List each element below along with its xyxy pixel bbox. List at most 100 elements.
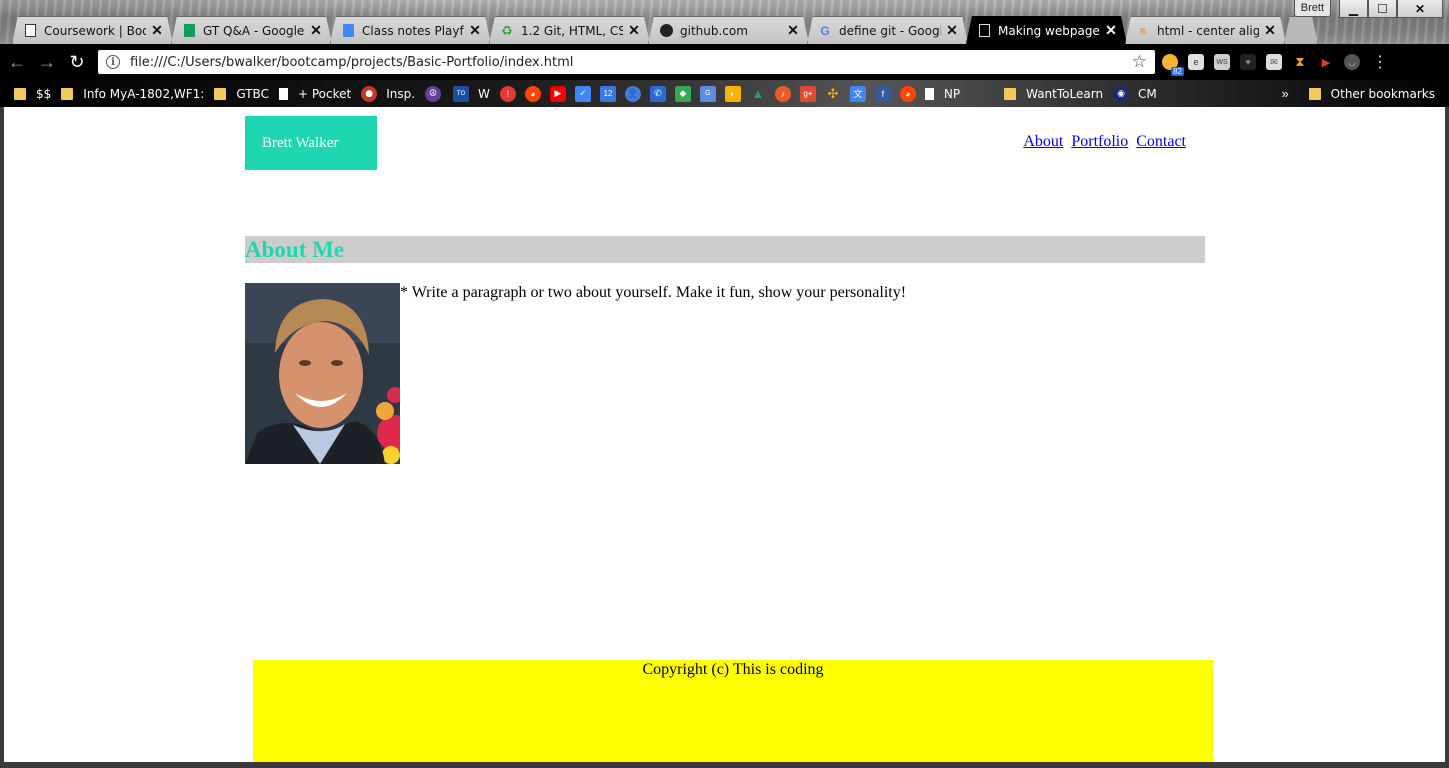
eye-extension-icon[interactable]: ◡	[1344, 54, 1360, 70]
nav-link-portfolio[interactable]: Portfolio	[1071, 133, 1128, 150]
window-bottom-edge	[0, 762, 1449, 768]
doc-icon	[977, 24, 991, 38]
back-arrow-icon[interactable]: ←	[4, 49, 30, 75]
forward-arrow-icon[interactable]: →	[34, 49, 60, 75]
tab-github[interactable]: github.com ✕	[648, 16, 809, 44]
extensions-area: 82 e WS ♥ ✉ ⧗ ▶ ◡ ⋮	[1162, 52, 1388, 76]
tab-git-html-css[interactable]: ♻ 1.2 Git, HTML, CSS ✕	[489, 16, 650, 44]
new-tab-button[interactable]	[1284, 16, 1318, 44]
tab-gt-qa[interactable]: GT Q&A - Google S ✕	[171, 16, 332, 44]
tab-close-icon[interactable]: ✕	[309, 22, 323, 39]
phone-icon[interactable]: ✆	[649, 85, 666, 102]
reddit-icon[interactable]: ◕	[524, 85, 541, 102]
bookmark-star-icon[interactable]: ☆	[1132, 52, 1147, 72]
tab-close-icon[interactable]: ✕	[150, 22, 164, 39]
video-extension-icon[interactable]: ▶	[1318, 54, 1334, 70]
tab-coursework[interactable]: Coursework | Boot ✕	[12, 16, 173, 44]
music-icon[interactable]: ♪	[774, 85, 791, 102]
drive-icon[interactable]: ▲	[750, 86, 766, 102]
portfolio-page: Brett Walker About Portfolio Contact Abo…	[4, 107, 1445, 762]
nav-link-contact[interactable]: Contact	[1136, 133, 1186, 150]
bookmark-folder-wanttolearn[interactable]: WantToLearn	[1004, 87, 1103, 101]
tab-making-webpages[interactable]: Making webpages ✕	[966, 16, 1127, 44]
bookmark-w[interactable]: TO W	[453, 85, 490, 102]
bookmark-np[interactable]: NP	[924, 87, 960, 101]
tab-title: define git - Google	[839, 23, 941, 38]
tab-close-icon[interactable]: ✕	[1263, 22, 1277, 39]
profile-button[interactable]: Brett	[1293, 0, 1331, 17]
bookmark-label: W	[478, 86, 490, 101]
folder-icon	[14, 87, 26, 100]
bookmarks-right: » Other bookmarks	[1281, 80, 1435, 107]
timer-extension-icon[interactable]: ⧗	[1292, 54, 1308, 70]
bookmark-folder-gtbc[interactable]: GTBC	[214, 87, 269, 101]
folder-icon	[214, 87, 227, 100]
bookmark-peace[interactable]: ☮	[425, 85, 443, 102]
google-plus-icon[interactable]: g+	[799, 85, 816, 102]
tab-close-icon[interactable]: ✕	[627, 22, 641, 39]
evernote-extension-icon[interactable]: e	[1188, 54, 1204, 70]
recycle-icon: ♻	[501, 22, 513, 38]
weather-extension-icon[interactable]: 82	[1162, 54, 1184, 76]
bookmark-pocket[interactable]: + Pocket	[278, 87, 351, 101]
tab-title: html - center aligni	[1157, 23, 1259, 38]
tab-close-icon[interactable]: ✕	[468, 22, 482, 39]
pinwheel-icon[interactable]: ✣	[825, 86, 841, 102]
tab-strip: Coursework | Boot ✕ GT Q&A - Google S ✕ …	[12, 16, 1316, 44]
tab-title: Making webpages	[998, 23, 1100, 38]
maps-icon[interactable]: ◆	[674, 85, 691, 102]
page-viewport[interactable]: Brett Walker About Portfolio Contact Abo…	[4, 107, 1445, 762]
bookmark-label: $$	[36, 86, 52, 101]
reload-icon[interactable]: ↻	[64, 49, 90, 75]
tab-define-git[interactable]: G define git - Google ✕	[807, 16, 968, 44]
reddit-alien-icon[interactable]: ◕	[899, 85, 916, 102]
contacts-icon[interactable]: 👤	[624, 85, 641, 102]
pocket-extension-icon[interactable]: ♥	[1240, 54, 1256, 70]
tab-class-notes[interactable]: Class notes Playful ✕	[330, 16, 491, 44]
nav-link-about[interactable]: About	[1023, 133, 1063, 150]
bookmark-label: Info MyA-1802,WF1:	[83, 86, 205, 101]
alert-icon[interactable]: !	[499, 85, 516, 102]
site-logo[interactable]: Brett Walker	[245, 116, 377, 170]
bookmarks-overflow-icon[interactable]: »	[1281, 86, 1288, 101]
bookmark-insp[interactable]: ● Insp.	[361, 85, 415, 102]
tab-title: Coursework | Boot	[44, 23, 146, 38]
youtube-icon[interactable]: ▶	[549, 85, 566, 102]
translate-icon[interactable]: 文	[849, 85, 866, 102]
profile-photo	[245, 283, 400, 464]
eye-icon: ◉	[1113, 85, 1130, 102]
outline-icon: TO	[453, 85, 470, 102]
keep-icon[interactable]: ◐	[724, 85, 741, 102]
stackoverflow-icon: ≡	[1139, 23, 1147, 38]
github-icon	[659, 24, 673, 38]
facebook-icon[interactable]: f	[874, 85, 891, 102]
bookmark-folder-money[interactable]: $$	[14, 87, 51, 101]
tab-html-center[interactable]: ≡ html - center aligni ✕	[1125, 16, 1286, 44]
maximize-icon[interactable]: ☐	[1368, 0, 1397, 18]
photos-app-icon[interactable]: G	[699, 85, 716, 102]
window-controls: Brett ▁ ☐ ✕	[1293, 0, 1443, 18]
tab-close-icon[interactable]: ✕	[945, 22, 959, 39]
tab-close-icon[interactable]: ✕	[786, 22, 800, 39]
gmail-extension-icon[interactable]: ✉	[1266, 54, 1282, 70]
inbox-icon[interactable]: ✓	[574, 85, 591, 102]
footer-copyright: Copyright (c) This is coding	[642, 661, 824, 678]
about-heading: About Me	[245, 236, 1205, 263]
bookmark-folder-other[interactable]: Other bookmarks	[1308, 87, 1435, 101]
tab-title: GT Q&A - Google S	[203, 23, 305, 38]
ws-extension-icon[interactable]: WS	[1214, 54, 1230, 70]
info-icon[interactable]: i	[106, 55, 120, 69]
bookmark-folder-info[interactable]: Info MyA-1802,WF1:	[61, 87, 204, 101]
profile-photo-image	[245, 283, 400, 464]
address-bar[interactable]: i file:///C:/Users/bwalker/bootcamp/proj…	[98, 50, 1155, 74]
tab-close-icon[interactable]: ✕	[1104, 22, 1118, 39]
minimize-icon[interactable]: ▁	[1339, 0, 1368, 18]
close-window-icon[interactable]: ✕	[1397, 0, 1443, 18]
bookmarks-bar: $$ Info MyA-1802,WF1: GTBC + Pocket ● In…	[0, 80, 1449, 107]
address-url[interactable]: file:///C:/Users/bwalker/bootcamp/projec…	[130, 55, 1132, 70]
bio-text: * Write a paragraph or two about yoursel…	[400, 284, 907, 301]
menu-dots-icon[interactable]: ⋮	[1372, 52, 1388, 72]
calendar-icon[interactable]: 12	[599, 85, 616, 102]
bookmark-cm[interactable]: ◉ CM	[1113, 85, 1157, 102]
browser-toolbar: ← → ↻ i file:///C:/Users/bwalker/bootcam…	[0, 44, 1449, 80]
